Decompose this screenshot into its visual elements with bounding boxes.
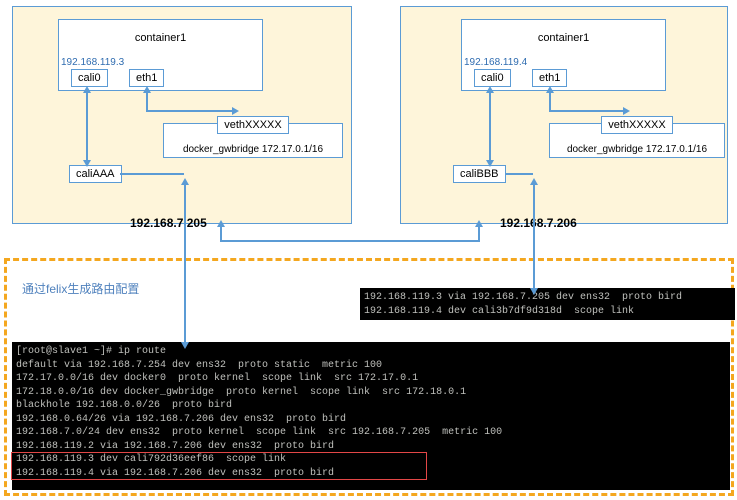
highlight-red-box — [11, 452, 427, 480]
eth1-right: eth1 — [532, 69, 567, 87]
gwbridge-left: vethXXXXX docker_gwbridge 172.17.0.1/16 — [163, 123, 343, 158]
arrowhead-icon — [623, 107, 630, 115]
tb-l2: default via 192.168.7.254 dev ens32 prot… — [16, 360, 382, 371]
tb-l3: 172.17.0.0/16 dev docker0 proto kernel s… — [16, 373, 418, 384]
arrowhead-icon — [83, 160, 91, 167]
cali0-right: cali0 — [474, 69, 511, 87]
host-left-box: container1 192.168.119.3 cali0 eth1 cali… — [12, 6, 352, 224]
arrowhead-icon — [530, 178, 538, 185]
tb-l8: 192.168.119.2 via 192.168.7.206 dev ens3… — [16, 441, 334, 452]
arrowhead-icon — [232, 107, 239, 115]
arrow-eth-right-h — [549, 110, 625, 112]
terminal-small: 192.168.119.3 via 192.168.7.205 dev ens3… — [360, 288, 735, 320]
routing-title: 通过felix生成路由配置 — [22, 280, 139, 297]
eth1-left: eth1 — [129, 69, 164, 87]
arrow-eth-left-v — [146, 90, 148, 110]
arrow-host-route-left — [184, 182, 186, 344]
arrowhead-icon — [143, 86, 151, 93]
gwbridge-text-right: docker_gwbridge 172.17.0.1/16 — [554, 144, 720, 155]
veth-right: vethXXXXX — [601, 116, 672, 134]
container-label-left: container1 — [59, 32, 262, 44]
caliBBB-box: caliBBB — [453, 165, 506, 183]
arrowhead-icon — [486, 160, 494, 167]
arrow-host-route-right — [533, 182, 535, 290]
arrowhead-icon — [475, 220, 483, 227]
tb-l4: 172.18.0.0/16 dev docker_gwbridge proto … — [16, 387, 466, 398]
arrowhead-icon — [181, 178, 189, 185]
arrowhead-icon — [83, 86, 91, 93]
host-right-box: container1 192.168.119.4 cali0 eth1 cali… — [400, 6, 728, 224]
host-ip-right: 192.168.7.206 — [500, 216, 577, 230]
arrow-caliBBB-h — [505, 173, 533, 175]
tb-l7: 192.168.7.0/24 dev ens32 proto kernel sc… — [16, 427, 502, 438]
tb-l5: blackhole 192.168.0.0/26 proto bird — [16, 400, 232, 411]
caliAAA-box: caliAAA — [69, 165, 122, 183]
arrowhead-icon — [181, 342, 189, 349]
arrow-caliAAA-h — [120, 173, 184, 175]
gwbridge-right: vethXXXXX docker_gwbridge 172.17.0.1/16 — [549, 123, 725, 158]
term-small-l2: 192.168.119.4 dev cali3b7df9d318d scope … — [364, 306, 634, 317]
arrow-cali-right — [489, 90, 491, 162]
arrow-eth-right-v — [549, 90, 551, 110]
arrowhead-icon — [486, 86, 494, 93]
term-small-l1: 192.168.119.3 via 192.168.7.205 dev ens3… — [364, 292, 682, 303]
arrowhead-icon — [217, 220, 225, 227]
tb-l6: 192.168.0.64/26 via 192.168.7.206 dev en… — [16, 414, 346, 425]
arrow-eth-left-h — [146, 110, 234, 112]
veth-left: vethXXXXX — [217, 116, 288, 134]
tb-l1: [root@slave1 ~]# ip route — [16, 346, 166, 357]
container-ip-left: 192.168.119.3 — [61, 57, 124, 68]
gwbridge-text-left: docker_gwbridge 172.17.0.1/16 — [168, 144, 338, 155]
container-ip-right: 192.168.119.4 — [464, 57, 527, 68]
container-label-right: container1 — [462, 32, 665, 44]
arrowhead-icon — [546, 86, 554, 93]
arrow-cali-left — [86, 90, 88, 162]
host-ip-left: 192.168.7.205 — [130, 216, 207, 230]
cali0-left: cali0 — [71, 69, 108, 87]
arrowhead-icon — [530, 288, 538, 295]
arrow-between-hosts — [220, 240, 480, 242]
